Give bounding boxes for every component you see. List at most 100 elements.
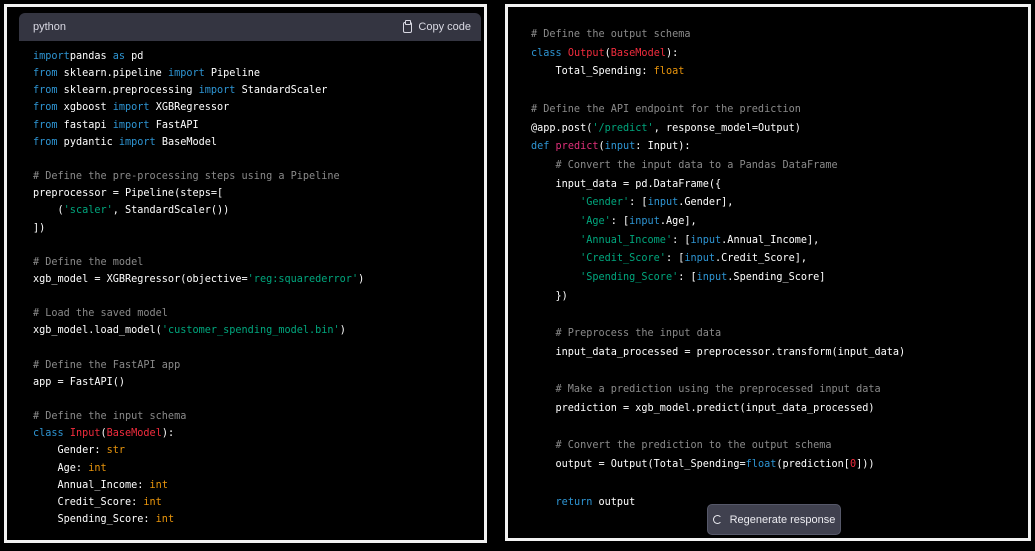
code-token: : [: [629, 197, 648, 209]
code-token: input: [647, 197, 679, 209]
code-token: input: [690, 234, 722, 246]
code-token: 'reg:squarederror': [247, 273, 359, 285]
code-line: # Load the saved model: [33, 305, 168, 322]
code-line: class Output(BaseModel):: [531, 45, 678, 62]
code-line: }): [531, 288, 568, 305]
code-token: .Annual_Income],: [721, 234, 820, 246]
code-token: # Define the FastAPI app: [33, 359, 181, 371]
code-token: import: [167, 68, 205, 80]
code-token: from: [33, 136, 58, 148]
code-line: # Define the input schema: [33, 408, 186, 425]
code-token: 'Credit_Score': [580, 253, 666, 265]
code-token: XGBRegressor: [149, 102, 230, 114]
code-token: StandardScaler: [235, 85, 328, 97]
code-token: @app.post(: [531, 122, 593, 134]
copy-code-button[interactable]: Copy code: [403, 19, 471, 33]
code-line: 'Credit_Score': [input.Credit_Score],: [531, 250, 807, 267]
code-line: @app.post('/predict', response_model=Out…: [531, 120, 801, 137]
code-line: 'Age': [input.Age],: [531, 213, 697, 230]
code-token: float: [653, 66, 685, 78]
code-token: # Preprocess the input data: [531, 328, 722, 340]
code-line: from xgboost import XGBRegressor: [33, 99, 229, 116]
code-token: prediction = xgb_model.predict(input_dat…: [531, 403, 875, 414]
code-token: preprocessor = Pipeline(steps=[: [33, 188, 224, 200]
code-token: pandas: [69, 51, 113, 62]
code-line: input_data = pd.DataFrame({: [531, 176, 722, 193]
code-line: # Define the output schema: [531, 26, 690, 43]
code-token: input: [629, 216, 660, 227]
code-block-header: python Copy code: [19, 13, 481, 41]
code-token: sklearn.pipeline: [57, 68, 168, 80]
code-token: Credit_Score:: [33, 496, 144, 508]
code-token: FastAPI: [149, 119, 199, 131]
code-line: Age: int: [33, 460, 107, 477]
code-token: pydantic: [57, 136, 119, 148]
code-token: : [: [678, 272, 697, 284]
code-line: xgb_model = XGBRegressor(objective='reg:…: [33, 271, 364, 288]
code-line: 'Spending_Score': [input.Spending_Score]: [531, 269, 825, 286]
code-line: from sklearn.preprocessing import Standa…: [33, 82, 327, 99]
code-line: ]): [33, 220, 45, 237]
code-token: import: [33, 51, 70, 62]
code-token: app = FastAPI(): [33, 376, 126, 388]
code-token: , StandardScaler()): [112, 205, 230, 217]
code-token: ])): [856, 459, 875, 471]
code-token: : Input):: [635, 141, 691, 153]
code-token: : [: [672, 234, 691, 246]
code-line: # Define the model: [33, 254, 143, 271]
code-token: from: [33, 85, 58, 97]
clipboard-icon: [403, 19, 413, 33]
code-token: from: [33, 102, 58, 114]
code-token: ):: [161, 428, 175, 440]
code-token: '/predict': [592, 122, 654, 134]
code-token: # Define the model: [33, 256, 144, 268]
code-token: (: [33, 205, 64, 217]
code-block-left: importpandas as pd from sklearn.pipeline …: [19, 41, 481, 540]
refresh-icon: [712, 515, 722, 524]
regenerate-label: Regenerate response: [729, 513, 836, 526]
code-token: class: [33, 428, 64, 440]
code-token: return: [555, 496, 593, 508]
code-line: from fastapi import FastAPI: [33, 117, 199, 134]
code-token: input: [696, 272, 728, 284]
code-token: 'Annual_Income': [580, 234, 673, 246]
regenerate-response-button[interactable]: Regenerate response: [707, 504, 841, 535]
code-line: # Preprocess the input data: [531, 325, 722, 342]
code-line: importpandas as pd: [33, 48, 143, 65]
code-line: xgb_model.load_model('customer_spending_…: [33, 322, 346, 339]
code-line: 'Gender': [input.Gender],: [531, 194, 733, 211]
code-line: # Define the pre-processing steps using …: [33, 168, 340, 185]
code-token: : [: [665, 253, 685, 265]
code-line: return output: [531, 494, 636, 511]
code-token: Output: [567, 47, 605, 59]
code-token: from: [33, 119, 58, 131]
code-line: ('scaler', StandardScaler()): [33, 202, 230, 219]
code-token: xgb_model = XGBRegressor(objective=: [33, 273, 248, 285]
code-line: from sklearn.pipeline import Pipeline: [33, 65, 260, 82]
code-token: # Convert the input data to a Pandas Dat…: [531, 159, 838, 171]
left-screenshot-panel: python Copy code importpandas as pd from …: [4, 4, 487, 543]
code-line: 'Annual_Income': [input.Annual_Income],: [531, 232, 819, 249]
code-token: .Age],: [659, 216, 697, 227]
code-token: 'customer_spending_model.bin': [161, 325, 340, 337]
code-line: Annual_Income: int: [33, 477, 168, 494]
code-token: 'Gender': [580, 197, 630, 209]
code-line: prediction = xgb_model.predict(input_dat…: [531, 400, 875, 417]
code-line: # Define the API endpoint for the predic…: [531, 101, 801, 118]
code-token: input_data_processed = preprocessor.tran…: [531, 346, 906, 358]
code-line: def predict(input: Input):: [531, 138, 691, 155]
code-token: # Define the API endpoint for the predic…: [531, 103, 801, 115]
code-token: .Gender],: [678, 197, 734, 209]
code-line: # Convert the input data to a Pandas Dat…: [531, 157, 838, 174]
code-token: ): [339, 325, 346, 337]
code-line: Spending_Score: int: [33, 511, 175, 528]
code-token: # Make a prediction using the preprocess…: [531, 384, 881, 396]
code-token: xgboost: [57, 102, 113, 114]
code-token: # Define the output schema: [531, 29, 691, 40]
code-token: import: [112, 102, 150, 114]
code-line: output = Output(Total_Spending=float(pre…: [531, 456, 875, 473]
code-line: class Input(BaseModel):: [33, 425, 174, 442]
